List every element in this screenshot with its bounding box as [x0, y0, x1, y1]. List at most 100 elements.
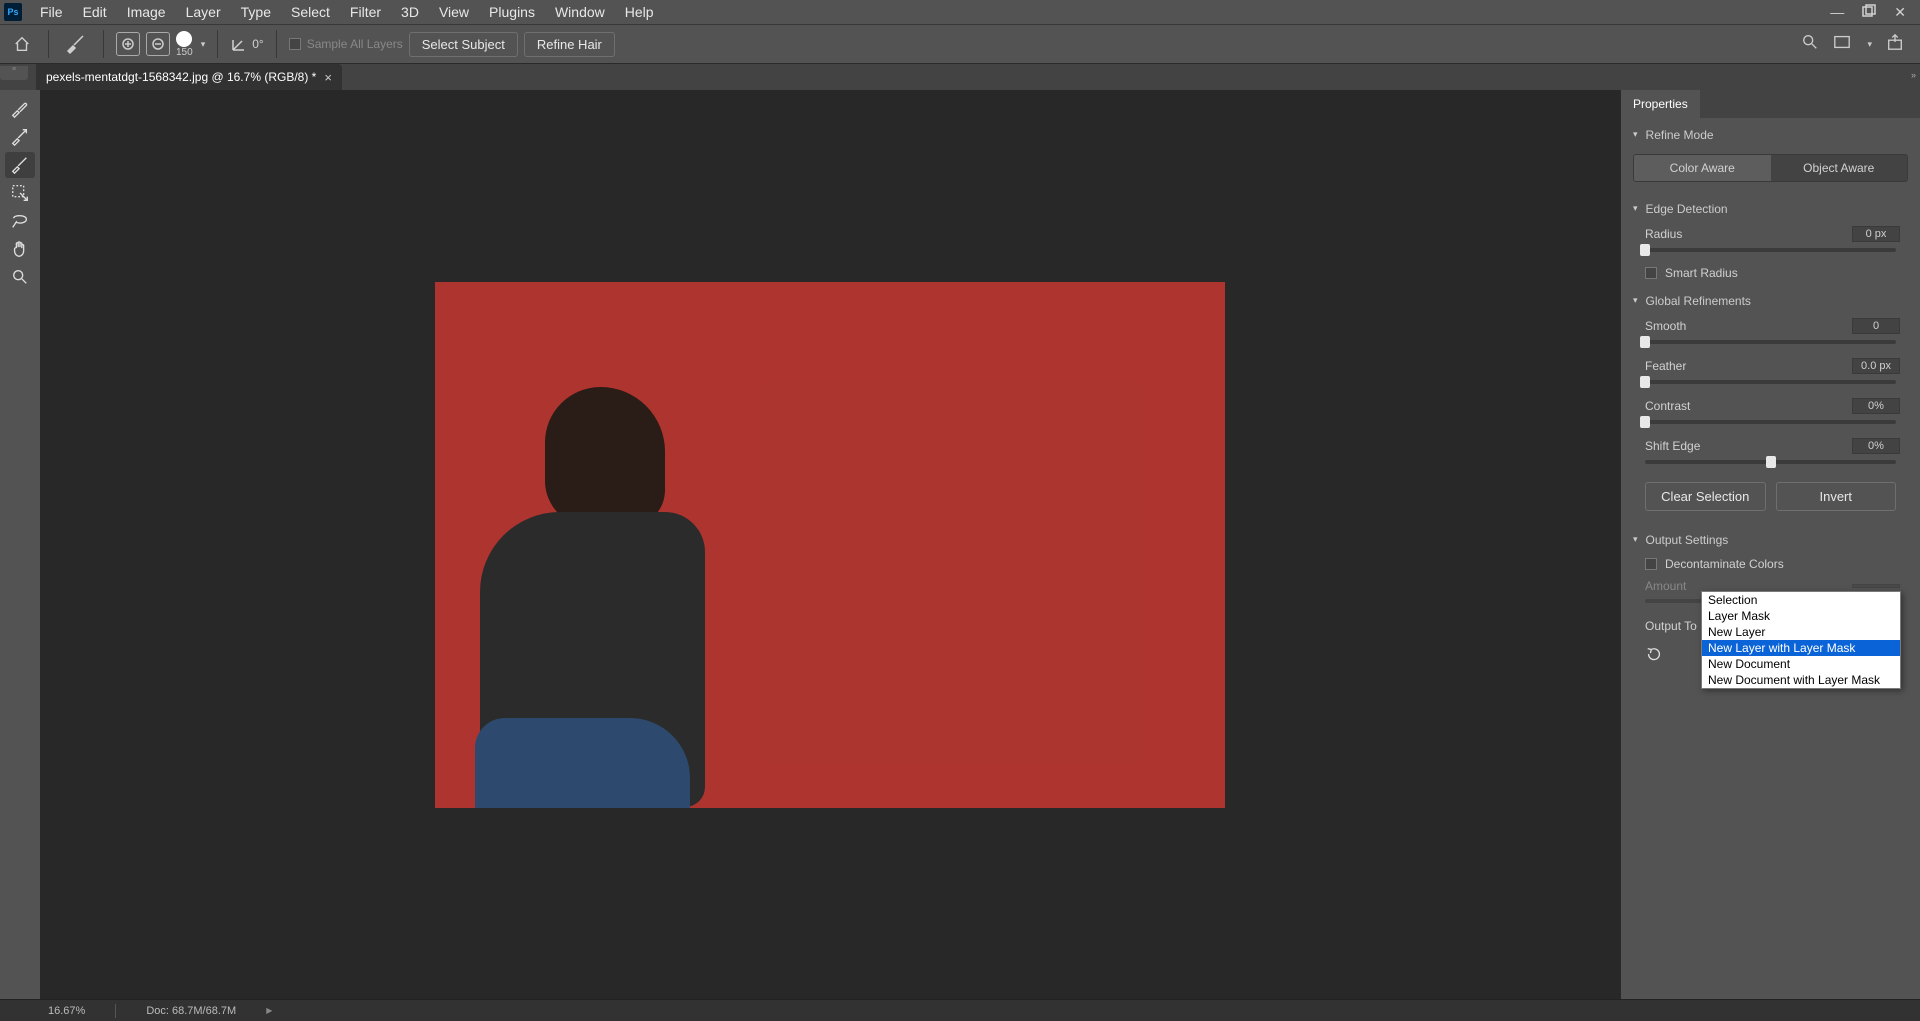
- menu-3d[interactable]: 3D: [391, 0, 429, 24]
- radius-value[interactable]: 0 px: [1852, 226, 1900, 242]
- share-icon[interactable]: [1886, 33, 1904, 56]
- menu-filter[interactable]: Filter: [340, 0, 391, 24]
- hand-tool[interactable]: [5, 236, 35, 262]
- decontaminate-colors-checkbox[interactable]: [1645, 558, 1657, 570]
- properties-tab[interactable]: Properties: [1621, 90, 1700, 118]
- smooth-label: Smooth: [1645, 319, 1686, 333]
- document-image: [435, 282, 1225, 808]
- shift-edge-label: Shift Edge: [1645, 439, 1700, 453]
- menu-select[interactable]: Select: [281, 0, 340, 24]
- quick-selection-tool[interactable]: [5, 96, 35, 122]
- refine-mode-header[interactable]: ▾ Refine Mode: [1621, 118, 1920, 148]
- maximize-button[interactable]: [1862, 4, 1876, 21]
- sample-all-layers-checkbox[interactable]: [289, 38, 301, 50]
- chevron-down-icon: ▾: [1633, 203, 1638, 214]
- menu-file[interactable]: File: [30, 0, 73, 24]
- document-tab-bar: ≡ pexels-mentatdgt-1568342.jpg @ 16.7% (…: [0, 64, 1920, 90]
- brush-tool[interactable]: [5, 152, 35, 178]
- lasso-tool[interactable]: [5, 208, 35, 234]
- contrast-label: Contrast: [1645, 399, 1690, 413]
- amount-label: Amount: [1645, 579, 1686, 593]
- menu-bar: Ps File Edit Image Layer Type Select Fil…: [0, 0, 1920, 24]
- output-to-dropdown[interactable]: Selection Layer Mask New Layer New Layer…: [1701, 591, 1901, 689]
- angle-icon: [230, 35, 248, 53]
- add-to-selection-button[interactable]: [116, 32, 140, 56]
- minimize-button[interactable]: —: [1830, 4, 1844, 21]
- contrast-value[interactable]: 0%: [1852, 398, 1900, 414]
- status-bar: 16.67% Doc: 68.7M/68.7M ▶: [0, 999, 1920, 1021]
- dropdown-item-new-document[interactable]: New Document: [1702, 656, 1900, 672]
- chevron-down-icon: ▾: [1633, 534, 1638, 545]
- clear-selection-button[interactable]: Clear Selection: [1645, 482, 1766, 511]
- menu-view[interactable]: View: [429, 0, 479, 24]
- image-subject: [545, 387, 665, 527]
- smooth-slider[interactable]: [1645, 340, 1896, 344]
- brush-size-preview[interactable]: 150: [176, 31, 193, 58]
- close-button[interactable]: ✕: [1894, 4, 1906, 21]
- select-subject-button[interactable]: Select Subject: [409, 32, 518, 57]
- document-tab[interactable]: pexels-mentatdgt-1568342.jpg @ 16.7% (RG…: [36, 64, 342, 90]
- screen-mode-arrow-icon[interactable]: ▾: [1867, 39, 1872, 50]
- tool-bar: [0, 90, 40, 999]
- feather-label: Feather: [1645, 359, 1686, 373]
- dropdown-item-selection[interactable]: Selection: [1702, 592, 1900, 608]
- contrast-slider[interactable]: [1645, 420, 1896, 424]
- chevron-down-icon: ▾: [1633, 129, 1638, 140]
- smart-radius-label: Smart Radius: [1665, 266, 1738, 280]
- brush-dropdown-arrow-icon[interactable]: ▾: [201, 39, 206, 50]
- zoom-tool[interactable]: [5, 264, 35, 290]
- zoom-level[interactable]: 16.67%: [48, 1005, 85, 1017]
- menu-help[interactable]: Help: [615, 0, 664, 24]
- tool-preset-icon[interactable]: [61, 30, 91, 58]
- menu-window[interactable]: Window: [545, 0, 615, 24]
- global-refinements-header[interactable]: ▾ Global Refinements: [1621, 284, 1920, 314]
- object-aware-segment[interactable]: Object Aware: [1771, 155, 1908, 181]
- close-tab-icon[interactable]: ×: [324, 70, 332, 85]
- menu-image[interactable]: Image: [117, 0, 176, 24]
- shift-edge-slider[interactable]: [1645, 460, 1896, 464]
- radius-slider[interactable]: [1645, 248, 1896, 252]
- refine-hair-button[interactable]: Refine Hair: [524, 32, 615, 57]
- dropdown-item-new-layer-with-mask[interactable]: New Layer with Layer Mask: [1702, 640, 1900, 656]
- doc-info: Doc: 68.7M/68.7M: [146, 1005, 236, 1017]
- object-selection-tool[interactable]: [5, 180, 35, 206]
- subtract-from-selection-button[interactable]: [146, 32, 170, 56]
- dropdown-item-layer-mask[interactable]: Layer Mask: [1702, 608, 1900, 624]
- invert-button[interactable]: Invert: [1776, 482, 1897, 511]
- output-to-label: Output To: [1645, 619, 1697, 633]
- properties-panel: Properties ▾ Refine Mode Color Aware Obj…: [1620, 90, 1920, 999]
- menu-edit[interactable]: Edit: [73, 0, 117, 24]
- sample-all-layers-label: Sample All Layers: [307, 37, 403, 51]
- smart-radius-checkbox[interactable]: [1645, 267, 1657, 279]
- home-button[interactable]: [8, 30, 36, 58]
- brush-size-value: 150: [176, 47, 193, 58]
- radius-label: Radius: [1645, 227, 1682, 241]
- brush-dot-icon: [176, 31, 192, 47]
- edge-detection-header[interactable]: ▾ Edge Detection: [1621, 192, 1920, 222]
- refine-mode-segmented: Color Aware Object Aware: [1633, 154, 1908, 182]
- smooth-value[interactable]: 0: [1852, 318, 1900, 334]
- menu-plugins[interactable]: Plugins: [479, 0, 545, 24]
- output-settings-header[interactable]: ▾ Output Settings: [1621, 523, 1920, 553]
- collapsed-panel-tab[interactable]: ≡: [0, 66, 28, 80]
- search-icon[interactable]: [1801, 33, 1819, 56]
- menu-layer[interactable]: Layer: [176, 0, 231, 24]
- dropdown-item-new-document-with-mask[interactable]: New Document with Layer Mask: [1702, 672, 1900, 688]
- canvas-area[interactable]: [40, 90, 1620, 999]
- reset-icon[interactable]: [1645, 650, 1663, 667]
- app-logo: Ps: [4, 3, 22, 21]
- feather-value[interactable]: 0.0 px: [1852, 358, 1900, 374]
- shift-edge-value[interactable]: 0%: [1852, 438, 1900, 454]
- expand-tabs-icon[interactable]: »: [1911, 70, 1916, 80]
- feather-slider[interactable]: [1645, 380, 1896, 384]
- chevron-down-icon: ▾: [1633, 295, 1638, 306]
- refine-edge-brush-tool[interactable]: [5, 124, 35, 150]
- image-subject: [475, 718, 690, 808]
- screen-mode-icon[interactable]: [1833, 33, 1851, 56]
- decontaminate-colors-label: Decontaminate Colors: [1665, 557, 1784, 571]
- color-aware-segment[interactable]: Color Aware: [1634, 155, 1771, 181]
- menu-type[interactable]: Type: [231, 0, 281, 24]
- dropdown-item-new-layer[interactable]: New Layer: [1702, 624, 1900, 640]
- options-bar: 150 ▾ 0° Sample All Layers Select Subjec…: [0, 24, 1920, 64]
- angle-value[interactable]: 0°: [252, 37, 263, 51]
